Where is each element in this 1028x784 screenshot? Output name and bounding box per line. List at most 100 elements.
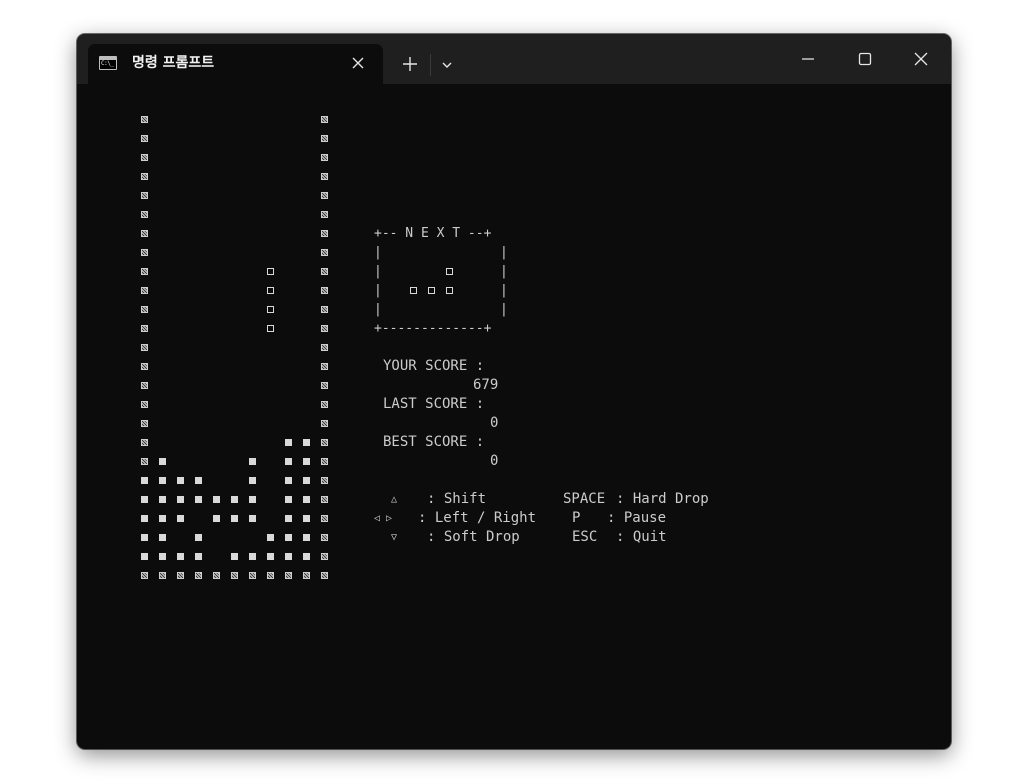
stacked-block	[159, 534, 166, 541]
soft-drop-key-icon: ▽	[391, 532, 398, 543]
next-panel-bottom-border: +-------------+	[374, 321, 492, 336]
left-right-key-action: : Left / Right	[418, 510, 537, 526]
stacked-block	[141, 477, 148, 484]
title-bar: C:\_ 명령 프롬프트	[77, 34, 951, 84]
shift-key-action: : Shift	[427, 491, 487, 507]
board-wall-cell	[141, 420, 148, 427]
board-wall-cell	[321, 287, 328, 294]
maximize-button[interactable]	[853, 47, 877, 71]
next-piece-block	[446, 268, 453, 275]
hard-drop-key: SPACE	[563, 491, 606, 507]
stacked-block	[285, 477, 292, 484]
next-panel-left-side: |	[374, 245, 382, 260]
board-wall-cell	[321, 116, 328, 123]
stacked-block	[303, 458, 310, 465]
stacked-block	[303, 496, 310, 503]
board-wall-cell	[141, 439, 148, 446]
terminal-window: C:\_ 명령 프롬프트 +-- N E X T --+ | | | | | |…	[77, 34, 951, 749]
last-score-label: LAST SCORE :	[383, 396, 485, 412]
board-wall-cell	[141, 344, 148, 351]
falling-piece-block	[267, 306, 274, 313]
close-window-button[interactable]	[909, 47, 933, 71]
stacked-block	[231, 553, 238, 560]
board-floor-cell	[213, 572, 220, 579]
hard-drop-key-action: : Hard Drop	[616, 491, 709, 507]
board-wall-cell	[321, 154, 328, 161]
board-wall-cell	[321, 496, 328, 503]
terminal-icon-label: C:\_	[101, 60, 114, 67]
board-wall-cell	[141, 192, 148, 199]
maximize-icon	[858, 52, 872, 66]
board-wall-cell	[141, 363, 148, 370]
board-wall-cell	[321, 401, 328, 408]
board-wall-cell	[321, 192, 328, 199]
stacked-block	[249, 553, 256, 560]
board-wall-cell	[321, 382, 328, 389]
stacked-block	[141, 515, 148, 522]
board-floor-cell	[249, 572, 256, 579]
stacked-block	[285, 439, 292, 446]
next-panel-top-border: +-- N E X T --+	[374, 226, 492, 241]
stacked-block	[267, 553, 274, 560]
board-wall-cell	[141, 249, 148, 256]
tab-command-prompt[interactable]: C:\_ 명령 프롬프트	[88, 44, 383, 84]
stacked-block	[303, 515, 310, 522]
board-wall-cell	[141, 211, 148, 218]
board-wall-cell	[141, 230, 148, 237]
stacked-block	[177, 477, 184, 484]
next-piece-block	[410, 287, 417, 294]
close-icon	[914, 52, 928, 66]
board-wall-cell	[141, 268, 148, 275]
next-panel-left-side: |	[374, 283, 382, 298]
board-wall-cell	[141, 154, 148, 161]
stacked-block	[195, 534, 202, 541]
your-score-label: YOUR SCORE :	[383, 358, 485, 374]
stacked-block	[285, 458, 292, 465]
board-wall-cell	[321, 249, 328, 256]
profiles-dropdown-button[interactable]	[435, 52, 459, 76]
board-wall-cell	[141, 287, 148, 294]
stacked-block	[285, 515, 292, 522]
falling-piece-block	[267, 325, 274, 332]
board-wall-cell	[321, 553, 328, 560]
stacked-block	[285, 534, 292, 541]
next-panel-right-side: |	[500, 283, 508, 298]
stacked-block	[159, 553, 166, 560]
next-panel-right-side: |	[500, 245, 508, 260]
close-tab-button[interactable]	[348, 53, 368, 73]
board-wall-cell	[321, 268, 328, 275]
stacked-block	[285, 553, 292, 560]
board-wall-cell	[141, 173, 148, 180]
board-wall-cell	[321, 534, 328, 541]
stacked-block	[231, 515, 238, 522]
titlebar-divider	[430, 54, 431, 76]
board-wall-cell	[321, 363, 328, 370]
stacked-block	[159, 477, 166, 484]
board-wall-cell	[141, 135, 148, 142]
board-wall-cell	[141, 401, 148, 408]
stacked-block	[195, 496, 202, 503]
best-score-label: BEST SCORE :	[383, 434, 485, 450]
pause-key: P	[572, 510, 581, 526]
terminal-output[interactable]: +-- N E X T --+ | | | | | | | | +-------…	[77, 84, 951, 749]
stacked-block	[159, 458, 166, 465]
board-wall-cell	[321, 325, 328, 332]
minimize-button[interactable]	[796, 47, 820, 71]
board-wall-cell	[321, 135, 328, 142]
board-floor-cell	[231, 572, 238, 579]
new-tab-button[interactable]	[398, 52, 422, 76]
falling-piece-block	[267, 287, 274, 294]
stacked-block	[141, 496, 148, 503]
next-panel-left-side: |	[374, 302, 382, 317]
stacked-block	[213, 515, 220, 522]
stacked-block	[159, 515, 166, 522]
board-wall-cell	[321, 515, 328, 522]
board-wall-cell	[321, 344, 328, 351]
board-wall-cell	[321, 211, 328, 218]
falling-piece-block	[267, 268, 274, 275]
board-wall-cell	[321, 230, 328, 237]
soft-drop-key-action: : Soft Drop	[427, 529, 520, 545]
stacked-block	[177, 553, 184, 560]
stacked-block	[141, 553, 148, 560]
stacked-block	[303, 477, 310, 484]
